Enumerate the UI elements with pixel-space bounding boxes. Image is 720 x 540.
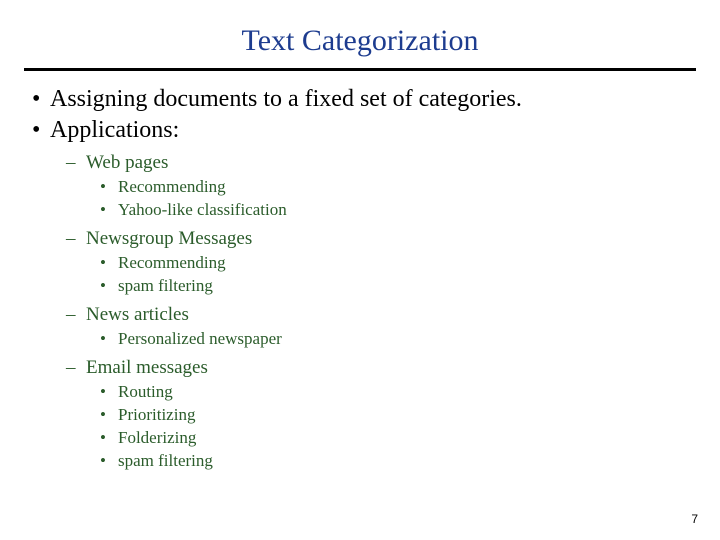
sub-item: – Web pages <box>66 151 670 175</box>
slide-content: • Assigning documents to a fixed set of … <box>0 85 720 472</box>
sub2-item: • spam filtering <box>100 275 670 297</box>
bullet-icon: • <box>100 328 118 350</box>
sub2-text: Recommending <box>118 252 226 274</box>
sub-item: – News articles <box>66 303 670 327</box>
dash-icon: – <box>66 303 86 327</box>
sub2-text: Folderizing <box>118 427 196 449</box>
sub2-text: Personalized newspaper <box>118 328 282 350</box>
sub-item: – Email messages <box>66 356 670 380</box>
bullet-icon: • <box>100 199 118 221</box>
dash-icon: – <box>66 151 86 175</box>
sub-text: Web pages <box>86 151 168 175</box>
bullet-text: Assigning documents to a fixed set of ca… <box>50 85 522 114</box>
sub-item: – Newsgroup Messages <box>66 227 670 251</box>
sub2-item: • Yahoo-like classification <box>100 199 670 221</box>
sub2-item: • Folderizing <box>100 427 670 449</box>
sub-text: Email messages <box>86 356 208 380</box>
sub2-item: • Routing <box>100 381 670 403</box>
sub-text: Newsgroup Messages <box>86 227 252 251</box>
page-number: 7 <box>691 512 698 526</box>
bullet-icon: • <box>32 116 50 145</box>
bullet-icon: • <box>100 427 118 449</box>
sub2-item: • Prioritizing <box>100 404 670 426</box>
sub2-text: Routing <box>118 381 173 403</box>
sub2-text: Yahoo-like classification <box>118 199 287 221</box>
title-divider <box>24 68 696 71</box>
dash-icon: – <box>66 227 86 251</box>
bullet-icon: • <box>100 404 118 426</box>
bullet-icon: • <box>100 450 118 472</box>
bullet-icon: • <box>100 275 118 297</box>
bullet-icon: • <box>32 85 50 114</box>
bullet-icon: • <box>100 381 118 403</box>
sub2-item: • spam filtering <box>100 450 670 472</box>
bullet-item: • Assigning documents to a fixed set of … <box>50 85 670 114</box>
sub2-item: • Recommending <box>100 252 670 274</box>
bullet-item: • Applications: <box>50 116 670 145</box>
sub2-text: spam filtering <box>118 275 213 297</box>
sub2-item: • Personalized newspaper <box>100 328 670 350</box>
dash-icon: – <box>66 356 86 380</box>
sub2-text: Prioritizing <box>118 404 195 426</box>
sub2-text: Recommending <box>118 176 226 198</box>
sub2-item: • Recommending <box>100 176 670 198</box>
bullet-icon: • <box>100 252 118 274</box>
bullet-text: Applications: <box>50 116 179 145</box>
sub2-text: spam filtering <box>118 450 213 472</box>
bullet-icon: • <box>100 176 118 198</box>
slide-title: Text Categorization <box>0 0 720 68</box>
sub-text: News articles <box>86 303 189 327</box>
